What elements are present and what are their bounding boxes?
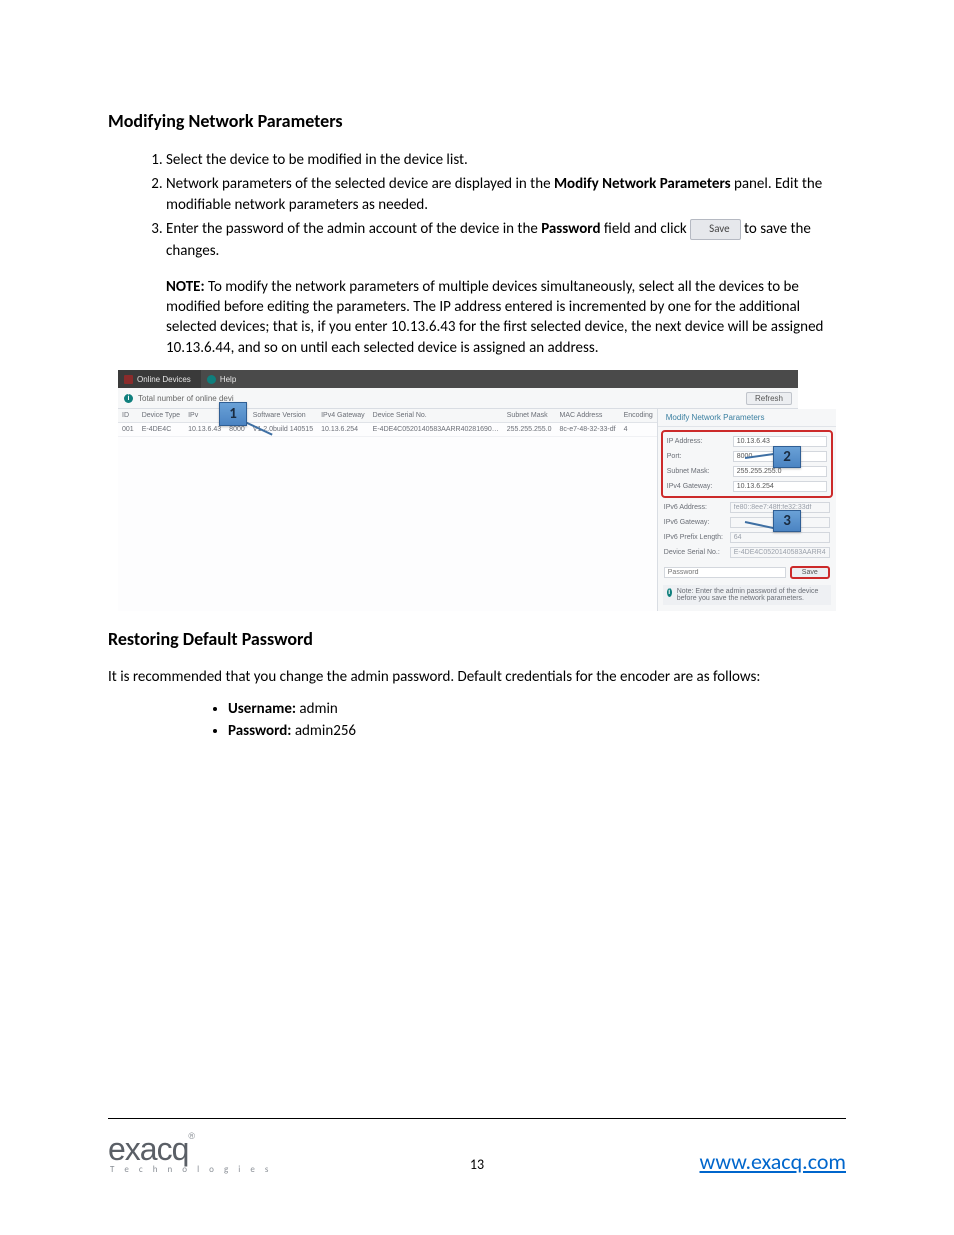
- page-number: 13: [470, 1156, 484, 1173]
- refresh-button[interactable]: Refresh: [746, 392, 792, 405]
- restore-intro: It is recommended that you change the ad…: [108, 668, 846, 686]
- save-button-inline[interactable]: Save: [690, 219, 740, 240]
- table-header-row: ID Device Type IPv Port Software Version…: [118, 409, 657, 423]
- step-1: Select the device to be modified in the …: [166, 150, 846, 170]
- panel-title: Modify Network Parameters: [658, 409, 836, 427]
- tab-help[interactable]: Help: [201, 370, 246, 388]
- help-icon: [207, 375, 216, 384]
- info-icon: i: [667, 588, 672, 597]
- heading-modifying: Modifying Network Parameters: [108, 110, 846, 132]
- note-block: NOTE: To modify the network parameters o…: [166, 277, 846, 358]
- serial-input: [730, 547, 830, 558]
- password-input[interactable]: [664, 567, 786, 578]
- credentials-list: Username: admin Password: admin256: [108, 700, 846, 740]
- exacq-url-link[interactable]: www.exacq.com: [700, 1148, 847, 1175]
- app-toolbar: Online Devices Help: [118, 370, 798, 388]
- modify-panel: Modify Network Parameters IP Address: Po…: [658, 409, 836, 611]
- cred-username: Username: admin: [228, 700, 846, 718]
- ipv6-prefix-input[interactable]: [730, 532, 830, 543]
- panel-note: i Note: Enter the admin password of the …: [663, 585, 831, 605]
- cred-password: Password: admin256: [228, 722, 846, 740]
- step-3: Enter the password of the admin account …: [166, 219, 846, 261]
- ipv4-gateway-input[interactable]: [733, 481, 827, 492]
- exacq-logo: exacq® T e c h n o l o g i e s: [108, 1131, 272, 1175]
- step-2: Network parameters of the selected devic…: [166, 174, 846, 215]
- info-icon: i: [124, 394, 133, 403]
- device-table: ID Device Type IPv Port Software Version…: [118, 409, 657, 437]
- app-screenshot: 1 Online Devices Help i Total number of …: [118, 370, 798, 611]
- panel-save-button[interactable]: Save: [790, 566, 830, 579]
- editable-fields-group: IP Address: Port: Subnet Mask: IPv4 Gate…: [661, 430, 833, 498]
- steps-list: Select the device to be modified in the …: [108, 150, 846, 261]
- device-table-area: ID Device Type IPv Port Software Version…: [118, 409, 658, 611]
- tab-online-devices[interactable]: Online Devices: [118, 370, 201, 388]
- page-footer: exacq® T e c h n o l o g i e s 13 www.ex…: [108, 1118, 846, 1175]
- heading-restoring: Restoring Default Password: [108, 628, 846, 650]
- table-row[interactable]: 001 E-4DE4C 10.13.6.43 8000 V1.2.0build …: [118, 423, 657, 437]
- devices-icon: [124, 375, 133, 384]
